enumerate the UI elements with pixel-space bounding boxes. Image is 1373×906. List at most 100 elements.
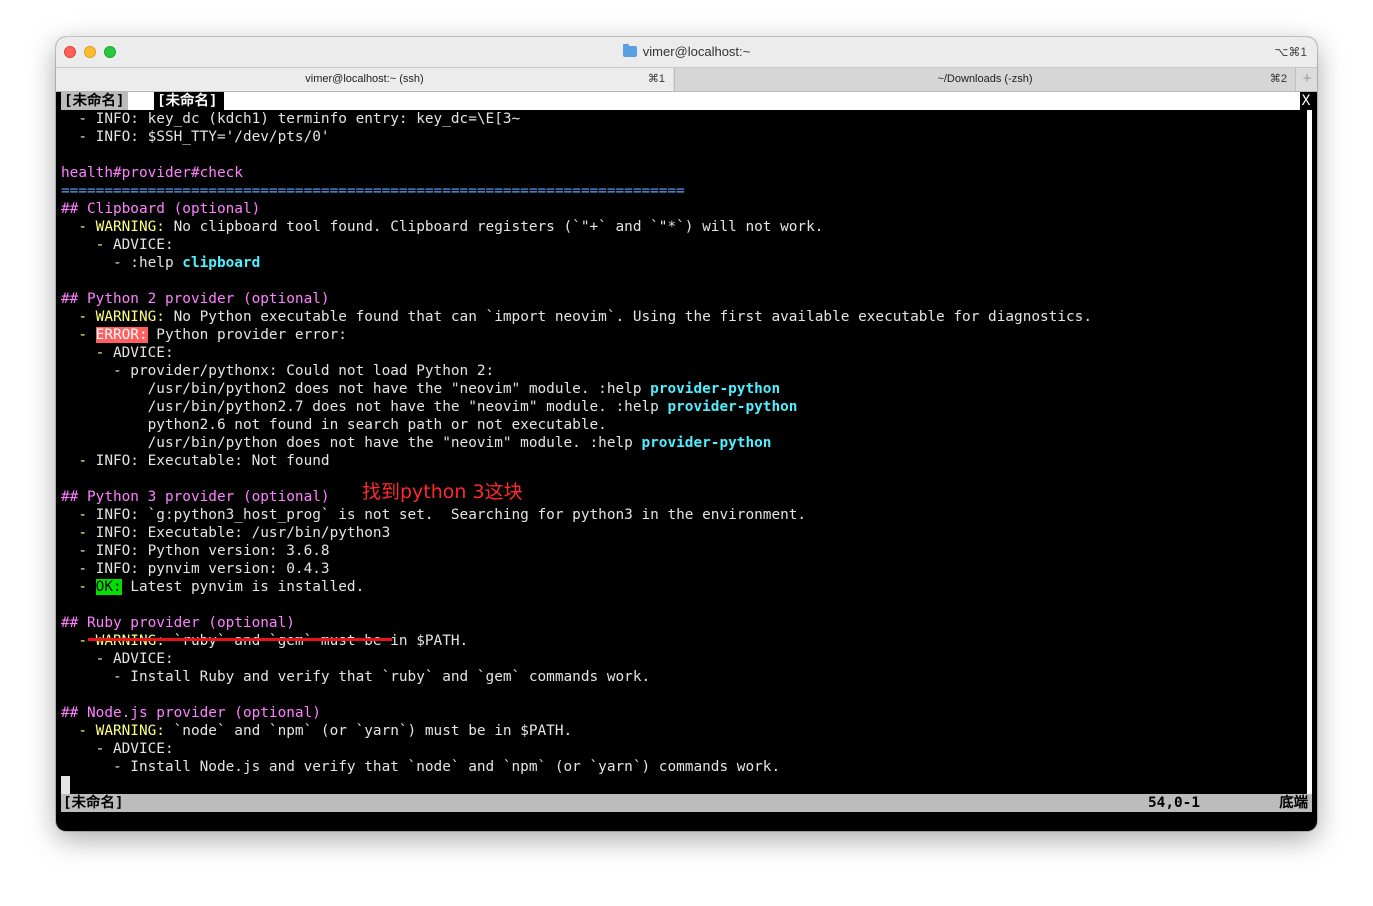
cursor-position: 54,0-1 — [1148, 795, 1200, 811]
title-bar[interactable]: vimer@localhost:~ ⌥⌘1 — [56, 37, 1317, 67]
advice-line: - ADVICE: — [61, 344, 174, 362]
help-text: /usr/bin/python2.7 does not have the "ne… — [61, 399, 668, 415]
advice-line: - ADVICE: — [61, 740, 174, 758]
vim-statusline: [未命名] 54,0-1 底端 — [61, 794, 1312, 812]
new-tab-button[interactable]: + — [1295, 68, 1317, 91]
scroll-position: 底端 — [1279, 795, 1308, 811]
text-line: - INFO: $SSH_TTY='/dev/pts/0' — [61, 129, 330, 145]
tab-shortcut: ⌘1 — [647, 73, 665, 85]
terminal-window: vimer@localhost:~ ⌥⌘1 vimer@localhost:~ … — [56, 37, 1317, 831]
error-line: - ERROR: Python provider error: — [61, 326, 347, 344]
bullet: - — [61, 327, 96, 343]
warning-label: WARNING: — [95, 633, 165, 649]
bullet: - — [61, 741, 113, 757]
bullet: - — [61, 309, 96, 325]
heading-python2: ## Python 2 provider (optional) — [61, 291, 330, 307]
help-text: - :help — [61, 255, 183, 271]
bullet: - — [61, 219, 96, 235]
bullet: - — [61, 723, 96, 739]
info-line: - INFO: Python version: 3.6.8 — [61, 542, 330, 560]
bullet: - — [61, 345, 113, 361]
tab-label: ~/Downloads (-zsh) — [937, 73, 1033, 85]
help-link-provider-python[interactable]: provider-python — [650, 381, 780, 397]
tab-label: vimer@localhost:~ (ssh) — [305, 73, 424, 85]
warning-label: WARNING: — [95, 723, 165, 739]
window-shortcut: ⌥⌘1 — [1274, 45, 1307, 59]
text-line: python2.6 not found in search path or no… — [61, 417, 607, 433]
scrollbar[interactable] — [1307, 110, 1312, 800]
info-text: INFO: `g:python3_host_prog` is not set. … — [95, 507, 807, 523]
advice-line: - ADVICE: — [61, 236, 174, 254]
heading-nodejs: ## Node.js provider (optional) — [61, 705, 321, 721]
bullet: - — [61, 651, 113, 667]
help-link-clipboard[interactable]: clipboard — [182, 255, 260, 271]
bullet: - — [61, 525, 96, 541]
warning-text: `ruby` and `gem` must be in $PATH. — [164, 633, 469, 649]
warning-line: - WARNING: `node` and `npm` (or `yarn`) … — [61, 722, 572, 740]
vim-tab-2[interactable]: [未命名] — [154, 92, 224, 110]
annotation-text: 找到python 3这块 — [362, 481, 523, 503]
text-line: - provider/pythonx: Could not load Pytho… — [61, 363, 495, 379]
error-text: Python provider error: — [147, 327, 347, 343]
help-link-provider-python[interactable]: provider-python — [667, 399, 797, 415]
buffer-name: [未命名] — [63, 795, 124, 811]
info-line: - INFO: Executable: Not found — [61, 452, 330, 470]
warning-line: - WARNING: No Python executable found th… — [61, 308, 1092, 326]
terminal-content[interactable]: [未命名] [未命名] X - INFO: key_dc (kdch1) ter… — [56, 92, 1317, 831]
heading-clipboard: ## Clipboard (optional) — [61, 201, 261, 217]
tab-bar: vimer@localhost:~ (ssh) ⌘1 ~/Downloads (… — [56, 67, 1317, 92]
help-text: /usr/bin/python does not have the "neovi… — [61, 435, 642, 451]
bullet: - — [61, 561, 96, 577]
info-text: INFO: Python version: 3.6.8 — [95, 543, 330, 559]
folder-icon — [622, 44, 637, 57]
tab-ssh[interactable]: vimer@localhost:~ (ssh) ⌘1 — [56, 68, 673, 91]
text-line: - Install Ruby and verify that `ruby` an… — [61, 669, 651, 685]
bullet: - — [61, 453, 96, 469]
warning-line: - WARNING: `ruby` and `gem` must be in $… — [61, 632, 468, 650]
warning-label: WARNING: — [95, 219, 165, 235]
info-line: - INFO: Executable: /usr/bin/python3 — [61, 524, 390, 542]
info-line: - INFO: pynvim version: 0.4.3 — [61, 560, 330, 578]
help-line: - :help clipboard — [61, 254, 260, 272]
text-line: - INFO: key_dc (kdch1) terminfo entry: k… — [61, 111, 521, 127]
info-line: - INFO: `g:python3_host_prog` is not set… — [61, 506, 806, 524]
help-line: /usr/bin/python2.7 does not have the "ne… — [61, 398, 798, 416]
section-rule: ========================================… — [61, 183, 685, 199]
bullet: - — [61, 579, 96, 595]
text-cursor — [61, 776, 70, 794]
warning-text: No Python executable found that can `imp… — [164, 309, 1093, 325]
warning-text: No clipboard tool found. Clipboard regis… — [164, 219, 824, 235]
vim-tab-close-button[interactable]: X — [1300, 92, 1312, 110]
tab-downloads[interactable]: ~/Downloads (-zsh) ⌘2 — [674, 68, 1295, 91]
advice-label: ADVICE: — [112, 651, 174, 667]
ok-line: - OK: Latest pynvim is installed. — [61, 578, 364, 596]
bullet: - — [61, 633, 96, 649]
advice-label: ADVICE: — [112, 345, 174, 361]
vim-tabline: [未命名] [未命名] X — [61, 92, 1312, 110]
warning-text: `node` and `npm` (or `yarn`) must be in … — [164, 723, 573, 739]
section-title: health#provider#check — [61, 165, 243, 181]
text-line: - Install Node.js and verify that `node`… — [61, 759, 781, 775]
ok-label: OK: — [95, 579, 122, 595]
advice-label: ADVICE: — [112, 237, 174, 253]
window-title: vimer@localhost:~ — [56, 37, 1317, 67]
ok-text: Latest pynvim is installed. — [121, 579, 365, 595]
bullet: - — [61, 237, 113, 253]
warning-label: WARNING: — [95, 309, 165, 325]
help-line: /usr/bin/python does not have the "neovi… — [61, 434, 772, 452]
heading-ruby: ## Ruby provider (optional) — [61, 615, 295, 631]
help-link-provider-python[interactable]: provider-python — [641, 435, 771, 451]
window-title-text: vimer@localhost:~ — [642, 44, 751, 59]
error-label: ERROR: — [95, 327, 148, 343]
help-line: /usr/bin/python2 does not have the "neov… — [61, 380, 781, 398]
tab-shortcut: ⌘2 — [1269, 73, 1287, 85]
info-text: INFO: Executable: Not found — [95, 453, 330, 469]
bullet: - — [61, 507, 96, 523]
help-text: /usr/bin/python2 does not have the "neov… — [61, 381, 651, 397]
warning-line: - WARNING: No clipboard tool found. Clip… — [61, 218, 823, 236]
vim-tab-1[interactable]: [未命名] — [61, 92, 128, 110]
info-text: INFO: Executable: /usr/bin/python3 — [95, 525, 391, 541]
heading-python3: ## Python 3 provider (optional) — [61, 489, 330, 505]
info-text: INFO: pynvim version: 0.4.3 — [95, 561, 330, 577]
bullet: - — [61, 543, 96, 559]
